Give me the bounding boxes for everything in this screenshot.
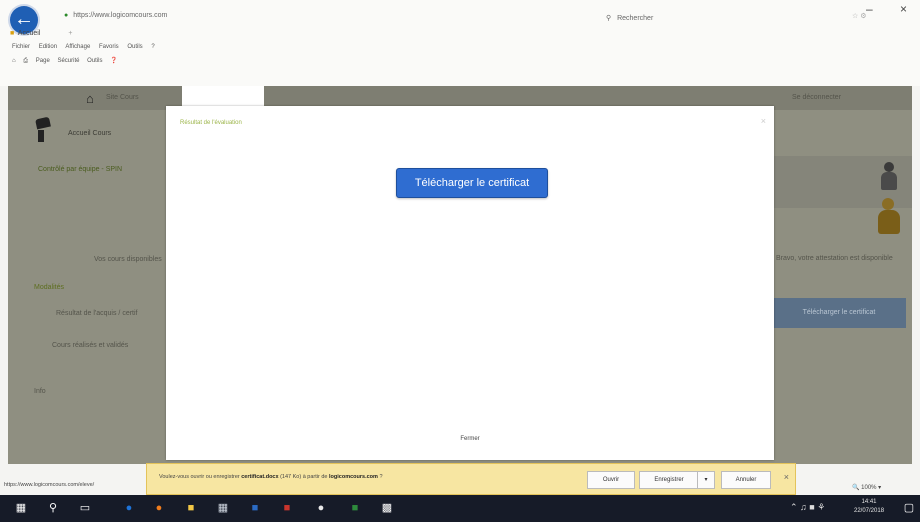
close-window-icon[interactable]: ×	[900, 2, 907, 16]
minimize-icon[interactable]: –	[866, 2, 873, 16]
green-status-line: Contrôlé par équipe - SPIN	[38, 166, 123, 173]
menu-edition[interactable]: Edition	[39, 44, 57, 50]
clock[interactable]: 14:41 22/07/2018	[854, 498, 884, 516]
clock-time: 14:41	[861, 499, 877, 505]
avatar-body	[38, 130, 44, 142]
file-icon[interactable]: ▩	[380, 501, 394, 515]
avatar-head	[35, 116, 51, 130]
student-avatar-body	[878, 210, 900, 234]
student-avatar-head	[882, 198, 894, 210]
avatar-icon-body	[881, 172, 897, 190]
courses-available: Vos cours disponibles	[94, 256, 162, 263]
user-name: Accueil Cours	[68, 130, 112, 137]
close-link: Fermer	[166, 436, 774, 442]
firefox-icon[interactable]: ●	[152, 501, 166, 515]
lock-icon: ●	[64, 12, 69, 19]
print-icon[interactable]: ⎙	[23, 58, 28, 64]
section-label: Modalités	[34, 284, 64, 291]
modal-tab	[182, 86, 264, 108]
search-taskbar-icon[interactable]: ⚲	[46, 501, 60, 515]
task-view-icon[interactable]: ▭	[78, 501, 92, 515]
courses-link[interactable]: Cours réalisés et validés	[52, 342, 128, 349]
command-bar: ⌂ ⎙ Page Sécurité Outils ❓	[12, 57, 124, 65]
result-link[interactable]: Résultat de l'acquis / certif	[56, 310, 137, 317]
excel-icon[interactable]: ■	[348, 501, 362, 515]
close-link-label[interactable]: Fermer	[460, 436, 479, 442]
system-tray: ⌃ ♫ ■ ⚘	[790, 502, 826, 512]
dl-size: (147 Ko)	[280, 474, 302, 480]
search-placeholder: Rechercher	[617, 15, 654, 22]
app-icon[interactable]: ▦	[216, 501, 230, 515]
right-message: Bravo, votre attestation est disponible	[776, 255, 893, 262]
explorer-icon[interactable]: ■	[184, 501, 198, 515]
zoom-level[interactable]: 🔍 100% ▾	[852, 484, 881, 491]
save-dropdown-icon[interactable]: ▾	[697, 471, 715, 489]
dl-filename: certificat.docx	[241, 474, 279, 480]
home-cmd-icon[interactable]: ⌂	[12, 58, 16, 64]
search-box[interactable]: ⚲ Rechercher	[606, 14, 756, 22]
menu-favoris[interactable]: Favoris	[99, 44, 119, 50]
open-button[interactable]: Ouvrir	[587, 471, 635, 489]
ie-icon[interactable]: ●	[122, 501, 136, 515]
dl-close-icon[interactable]: ×	[784, 472, 789, 482]
dl-from: à partir de	[302, 474, 328, 480]
url-text: ://www.logicomcours.com	[88, 12, 168, 19]
certificate-modal: Résultat de l'évaluation × Télécharger l…	[166, 106, 774, 460]
taskbar: ▦ ⚲ ▭ ● ● ■ ▦ ■ ■ ● ■ ▩ ⌃ ♫ ■ ⚘ 14:41 22…	[0, 495, 920, 522]
cmd-securite[interactable]: Sécurité	[57, 58, 79, 64]
user-avatar	[28, 116, 64, 152]
browser-chrome: ← ● https://www.logicomcours.com ⚲ Reche…	[0, 0, 920, 86]
modal-close-icon[interactable]: ×	[761, 116, 766, 126]
home-label[interactable]: Site Cours	[106, 94, 139, 101]
menu-help[interactable]: ?	[151, 44, 154, 50]
address-bar[interactable]: ● https://www.logicomcours.com	[64, 12, 167, 19]
menu-affichage[interactable]: Affichage	[65, 44, 90, 50]
modal-title: Résultat de l'évaluation	[180, 120, 242, 126]
right-download-button[interactable]: Télécharger le certificat	[772, 298, 906, 328]
avatar-icon	[880, 162, 898, 192]
search-icon: ⚲	[606, 15, 612, 22]
menu-outils[interactable]: Outils	[127, 44, 142, 50]
acrobat-icon[interactable]: ■	[280, 501, 294, 515]
avatar-icon-head	[884, 162, 894, 172]
url-prefix: https	[73, 12, 89, 19]
student-avatar-icon	[876, 198, 904, 238]
save-button[interactable]: Enregistrer	[639, 471, 699, 489]
network-app-icon[interactable]: ●	[314, 501, 328, 515]
download-message: Voulez-vous ouvrir ou enregistrer certif…	[159, 474, 383, 480]
word-icon[interactable]: ■	[248, 501, 262, 515]
favicon-icon: ■	[10, 30, 15, 37]
tab-title: Accueil	[17, 30, 41, 37]
browser-tab[interactable]: ■ Accueil +	[10, 30, 72, 37]
home-icon[interactable]: ⌂	[86, 91, 94, 106]
menu-bar: Fichier Edition Affichage Favoris Outils…	[12, 44, 162, 50]
logout-link[interactable]: Se déconnecter	[792, 94, 841, 101]
cmd-outils[interactable]: Outils	[87, 58, 102, 64]
dl-site: logicomcours.com	[329, 474, 378, 480]
new-tab-icon[interactable]: +	[68, 30, 72, 37]
cancel-button[interactable]: Annuler	[721, 471, 771, 489]
download-notification-bar: Voulez-vous ouvrir ou enregistrer certif…	[146, 463, 796, 495]
clock-date: 22/07/2018	[854, 508, 885, 514]
start-icon[interactable]: ▦	[14, 501, 28, 515]
info-label: Info	[34, 388, 46, 395]
menu-fichier[interactable]: Fichier	[12, 44, 30, 50]
download-certificate-button[interactable]: Télécharger le certificat	[396, 168, 548, 198]
dl-prefix: Voulez-vous ouvrir ou enregistrer	[159, 474, 240, 480]
cmd-page[interactable]: Page	[36, 58, 50, 64]
help-icon[interactable]: ❓	[110, 58, 117, 64]
notification-icon[interactable]: ▢	[902, 501, 916, 515]
zoom-value: 100%	[861, 485, 877, 491]
status-url: https://www.logicomcours.com/eleve/	[4, 482, 95, 488]
